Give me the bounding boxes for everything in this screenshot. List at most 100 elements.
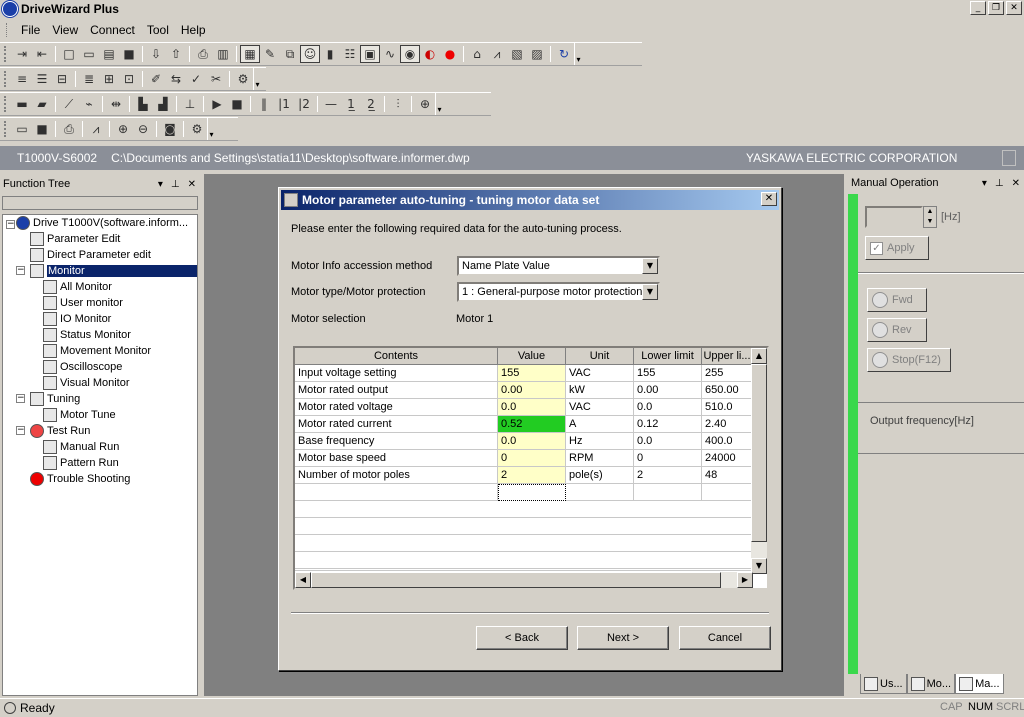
frequency-spinner[interactable]: ▲ ▼ — [923, 206, 937, 228]
scroll-up-icon[interactable]: ▲ — [751, 348, 767, 364]
function-tree-icon[interactable]: ▦ — [240, 45, 260, 63]
hline-icon[interactable]: — — [321, 95, 341, 113]
frequency-input[interactable] — [865, 206, 923, 228]
align-left-icon[interactable]: ≡ — [12, 70, 32, 88]
close-button[interactable]: ✕ — [1006, 1, 1022, 15]
next-button[interactable]: Next > — [577, 626, 669, 650]
pin-icon[interactable]: ⊥ — [995, 178, 1004, 189]
expander-test-run[interactable]: − — [16, 426, 25, 435]
menu-view[interactable]: View — [46, 23, 84, 37]
status-monitor-toolbar-icon[interactable]: ☷ — [340, 45, 360, 63]
config-icon[interactable]: ⚙ — [187, 120, 207, 138]
tree-node-manual-run[interactable]: Manual Run — [43, 439, 119, 455]
panel-menu-icon[interactable]: ▾ — [158, 179, 163, 190]
hline2-icon[interactable]: 2̲ — [361, 95, 381, 113]
open-file-icon[interactable]: ▭ — [79, 45, 99, 63]
report-icon[interactable]: ▥ — [213, 45, 233, 63]
cell-value[interactable]: 0.00 — [498, 382, 566, 399]
scroll-thumb[interactable] — [751, 364, 767, 542]
cancel-button[interactable]: Cancel — [679, 626, 771, 650]
scroll-left-icon[interactable]: ◀ — [295, 572, 311, 588]
settings-icon[interactable]: ⚙ — [233, 70, 253, 88]
pin-icon[interactable]: ⊥ — [171, 179, 180, 190]
dialog-close-button[interactable]: ✕ — [761, 192, 777, 206]
graph-icon[interactable]: ▨ — [527, 45, 547, 63]
tab-user-monitor[interactable]: Us... — [860, 674, 907, 694]
stop-button[interactable]: Stop(F12) — [867, 348, 951, 372]
car-icon[interactable]: ▰ — [32, 95, 52, 113]
hscroll-thumb[interactable] — [311, 572, 721, 588]
menu-help[interactable]: Help — [175, 23, 212, 37]
col-header-contents[interactable]: Contents — [295, 348, 498, 365]
motor-type-select[interactable]: 1 : General-purpose motor protection ▼ — [457, 282, 660, 302]
panel-close-icon[interactable]: ✕ — [1012, 178, 1020, 189]
parameter-edit-icon[interactable]: ✎ — [260, 45, 280, 63]
open-drive-icon[interactable]: ▤ — [99, 45, 119, 63]
tab-movement-monitor[interactable]: Mo... — [906, 674, 956, 694]
reverse-button[interactable]: Rev — [867, 318, 927, 342]
tree-node-all-monitor[interactable]: All Monitor — [43, 279, 112, 295]
open-wave-icon[interactable]: ▭ — [12, 120, 32, 138]
disconnect-icon[interactable]: ⇤ — [32, 45, 52, 63]
table-horizontal-scrollbar[interactable]: ◀ ▶ — [295, 572, 753, 588]
align-right-icon[interactable]: ≣ — [79, 70, 99, 88]
list-icon[interactable]: ☰ — [32, 70, 52, 88]
io-monitor-toolbar-icon[interactable]: ▮ — [320, 45, 340, 63]
block2-icon[interactable]: ▟ — [153, 95, 173, 113]
tree-node-movement-monitor[interactable]: Movement Monitor — [43, 343, 151, 359]
tree-node-status-monitor[interactable]: Status Monitor — [43, 327, 131, 343]
menu-tool[interactable]: Tool — [141, 23, 175, 37]
col-header-value[interactable]: Value — [498, 348, 566, 365]
back-button[interactable]: < Back — [476, 626, 568, 650]
info-method-select[interactable]: Name Plate Value ▼ — [457, 256, 660, 276]
col-header-unit[interactable]: Unit — [566, 348, 634, 365]
manual-operation-toolbar-icon[interactable]: ◉ — [400, 45, 420, 63]
stop-icon[interactable]: ■ — [227, 95, 247, 113]
home-icon[interactable]: ⌂ — [467, 45, 487, 63]
split-icon[interactable]: ⇹ — [106, 95, 126, 113]
panel-close-icon[interactable]: ✕ — [188, 179, 196, 190]
block-icon[interactable]: ▙ — [133, 95, 153, 113]
cell-value-selected[interactable]: 0.52 — [498, 416, 566, 433]
forward-button[interactable]: Fwd — [867, 288, 927, 312]
cell-value[interactable]: 0.0 — [498, 433, 566, 450]
tree-node-io-monitor[interactable]: IO Monitor — [43, 311, 111, 327]
chart-icon[interactable]: ▧ — [507, 45, 527, 63]
toolbar3-overflow-icon[interactable]: ▾ — [435, 93, 443, 115]
drive-icon-tb[interactable]: ▬ — [12, 95, 32, 113]
tab-manual-operation[interactable]: Ma... — [955, 674, 1004, 694]
hline1-icon[interactable]: 1̲ — [341, 95, 361, 113]
wave-icon[interactable]: ⩘ — [487, 45, 507, 63]
tree-node-monitor[interactable]: Monitor — [30, 263, 197, 279]
new-file-icon[interactable]: □ — [59, 45, 79, 63]
table-icon[interactable]: ⊞ — [99, 70, 119, 88]
menu-connect[interactable]: Connect — [84, 23, 141, 37]
tree-node-parameter-edit[interactable]: Parameter Edit — [30, 231, 120, 247]
user-monitor-toolbar-icon[interactable]: ☺ — [300, 45, 320, 63]
verify-icon[interactable]: ✓ — [186, 70, 206, 88]
save-wave-icon[interactable]: ■ — [32, 120, 52, 138]
tree-node-motor-tune[interactable]: Motor Tune — [43, 407, 116, 423]
camera-icon[interactable]: ◙ — [160, 120, 180, 138]
tree-node-visual-monitor[interactable]: Visual Monitor — [43, 375, 130, 391]
trigger-icon[interactable]: ⊥ — [180, 95, 200, 113]
print-wave-icon[interactable]: ⎙ — [59, 120, 79, 138]
cell-value[interactable]: 0.0 — [498, 399, 566, 416]
toolbar-overflow-icon[interactable]: ▾ — [574, 43, 582, 65]
trend-icon[interactable]: ⟋ — [59, 95, 79, 113]
expander-monitor[interactable]: − — [16, 266, 25, 275]
connect-icon[interactable]: ⇥ — [12, 45, 32, 63]
zoom-out-icon[interactable]: ⊖ — [133, 120, 153, 138]
cursor2-icon[interactable]: |2 — [294, 95, 314, 113]
stop-toolbar-icon[interactable]: ● — [440, 45, 460, 63]
tree-node-user-monitor[interactable]: User monitor — [43, 295, 123, 311]
upload-icon[interactable]: ⇧ — [166, 45, 186, 63]
scope-icon[interactable]: ⌁ — [79, 95, 99, 113]
copy-icon[interactable]: ⧉ — [280, 45, 300, 63]
print-icon[interactable]: ⎙ — [193, 45, 213, 63]
zoom-icon[interactable]: ⊕ — [415, 95, 435, 113]
grid-icon[interactable]: ⊡ — [119, 70, 139, 88]
expander-tuning[interactable]: − — [16, 394, 25, 403]
chevron-down-icon[interactable]: ▼ — [642, 258, 658, 274]
tree-node-trouble-shooting[interactable]: Trouble Shooting — [30, 471, 130, 487]
